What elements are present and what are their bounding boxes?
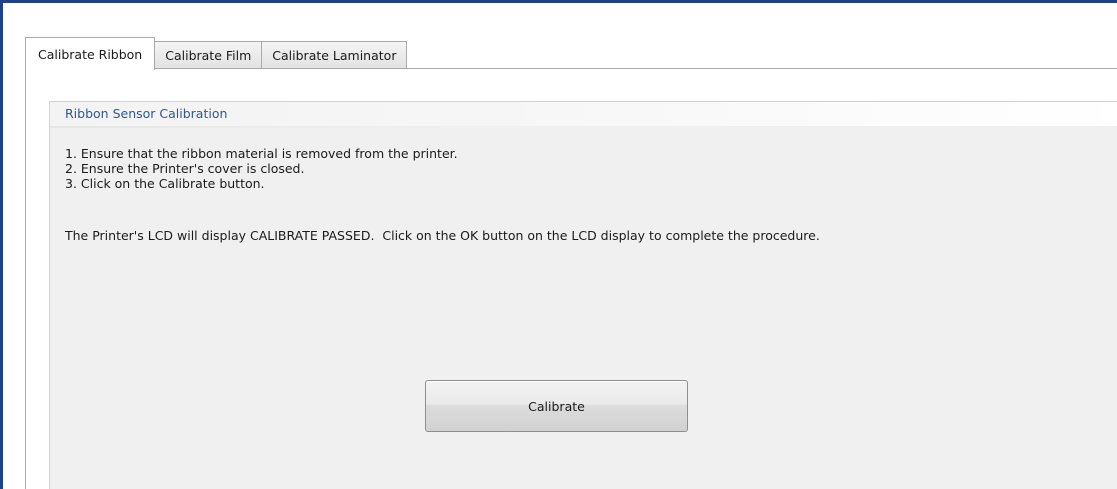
instruction-step-3: 3. Click on the Calibrate button.	[65, 176, 265, 191]
tab-content-panel: Ribbon Sensor Calibration 1. Ensure that…	[25, 68, 1117, 489]
ribbon-sensor-calibration-group: Ribbon Sensor Calibration 1. Ensure that…	[49, 101, 1117, 489]
group-title-divider	[50, 126, 470, 128]
tab-calibrate-film[interactable]: Calibrate Film	[154, 41, 263, 69]
calibrate-button[interactable]: Calibrate	[425, 380, 688, 432]
calibration-window: Calibrate Ribbon Calibrate Film Calibrat…	[0, 0, 1117, 489]
lcd-note: The Printer's LCD will display CALIBRATE…	[65, 228, 820, 243]
instruction-steps: 1. Ensure that the ribbon material is re…	[65, 146, 458, 191]
instruction-step-1: 1. Ensure that the ribbon material is re…	[65, 146, 458, 161]
group-title: Ribbon Sensor Calibration	[50, 102, 1117, 126]
tab-calibrate-ribbon[interactable]: Calibrate Ribbon	[25, 37, 156, 70]
instruction-step-2: 2. Ensure the Printer's cover is closed.	[65, 161, 305, 176]
tab-calibrate-laminator[interactable]: Calibrate Laminator	[261, 41, 408, 69]
tab-strip: Calibrate Ribbon Calibrate Film Calibrat…	[25, 35, 408, 70]
